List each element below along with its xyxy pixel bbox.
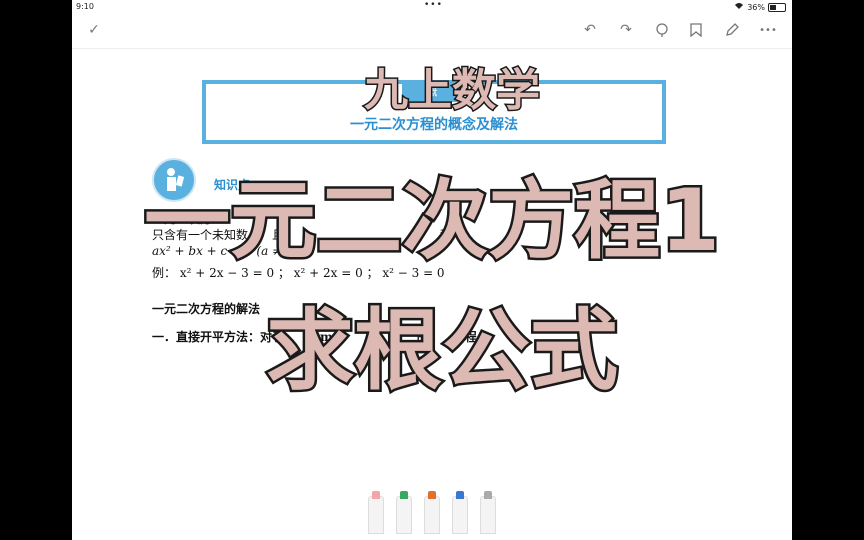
undo-icon[interactable]: ↶ <box>580 20 600 40</box>
battery-percent: 36% <box>747 2 765 12</box>
orange-pen[interactable] <box>424 491 440 534</box>
status-time: 9:10 <box>76 2 94 11</box>
status-bar: 9:10 ••• 36% <box>72 0 792 14</box>
green-pen[interactable] <box>396 491 412 534</box>
more-options-icon[interactable]: ••• <box>758 20 778 40</box>
status-right: 36% <box>734 2 786 12</box>
battery-icon <box>768 2 786 12</box>
multitask-dots[interactable]: ••• <box>424 0 443 10</box>
toolbar: ✓ ↶ ↷ ••• <box>72 14 792 49</box>
overlay-title-topic: 一元二次方程1 <box>142 169 723 274</box>
redo-icon[interactable]: ↷ <box>616 20 636 40</box>
pen-toolbar <box>368 491 496 534</box>
eraser-pen[interactable] <box>480 491 496 534</box>
blue-pen[interactable] <box>452 491 468 534</box>
bookmark-icon[interactable] <box>686 20 706 40</box>
overlay-title-subtopic: 求根公式 <box>263 297 620 405</box>
wifi-icon <box>734 2 744 12</box>
pen-edit-icon[interactable] <box>722 20 742 40</box>
pink-pen[interactable] <box>368 491 384 534</box>
overlay-title-grade: 九上数学 <box>363 64 542 118</box>
done-check-icon[interactable]: ✓ <box>84 20 104 40</box>
lasso-icon[interactable] <box>652 20 672 40</box>
